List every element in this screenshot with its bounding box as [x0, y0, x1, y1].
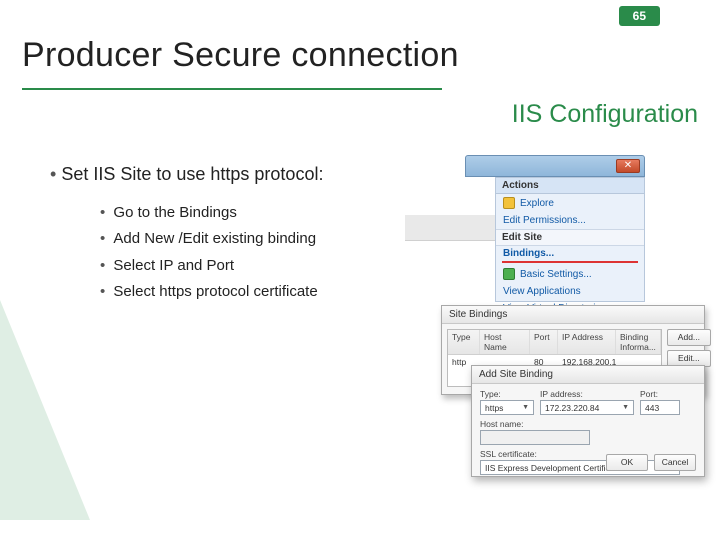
- add-site-binding-dialog: Add Site Binding Type: https ▼ IP addres…: [471, 365, 705, 477]
- screenshot-montage: ✕ Actions Explore Edit Permissions... Ed…: [465, 155, 710, 480]
- basic-settings-link[interactable]: Basic Settings...: [496, 265, 644, 283]
- explore-link[interactable]: Explore: [496, 194, 644, 212]
- port-value: 443: [645, 403, 659, 413]
- edit-permissions-link[interactable]: Edit Permissions...: [496, 212, 644, 229]
- slide-title: Producer Secure connection: [22, 36, 459, 75]
- view-apps-label: View Applications: [503, 286, 581, 297]
- close-icon[interactable]: ✕: [616, 159, 640, 173]
- bindings-header-row: Type Host Name Port IP Address Binding I…: [448, 330, 661, 355]
- actions-header: Actions: [496, 178, 644, 194]
- iis-actions-pane: Actions Explore Edit Permissions... Edit…: [495, 177, 645, 302]
- window-chrome-top: ✕: [465, 155, 645, 177]
- title-underline: [22, 88, 442, 90]
- page-number: 65: [619, 6, 660, 26]
- port-label: Port:: [640, 389, 680, 399]
- view-apps-link[interactable]: View Applications: [496, 283, 644, 300]
- ip-label: IP address:: [540, 389, 634, 399]
- col-type: Type: [448, 330, 480, 354]
- highlight-underline: [502, 261, 638, 263]
- main-bullet: Set IIS Site to use https protocol:: [50, 164, 323, 185]
- port-input[interactable]: 443: [640, 400, 680, 415]
- type-select[interactable]: https ▼: [480, 400, 534, 415]
- edit-site-header: Edit Site: [496, 229, 644, 246]
- decorative-triangle: [0, 300, 90, 520]
- folder-icon: [503, 197, 515, 209]
- sub-bullet: Select https protocol certificate: [100, 279, 318, 305]
- sub-bullet-list: Go to the Bindings Add New /Edit existin…: [100, 200, 318, 305]
- ip-value: 172.23.220.84: [545, 403, 599, 413]
- sub-bullet: Select IP and Port: [100, 253, 318, 279]
- host-label: Host name:: [480, 419, 696, 429]
- settings-icon: [503, 268, 515, 280]
- chevron-down-icon: ▼: [522, 404, 529, 411]
- ip-select[interactable]: 172.23.220.84 ▼: [540, 400, 634, 415]
- basic-settings-label: Basic Settings...: [520, 269, 592, 280]
- col-host: Host Name: [480, 330, 530, 354]
- chevron-down-icon: ▼: [622, 404, 629, 411]
- sub-bullet: Go to the Bindings: [100, 200, 318, 226]
- edit-perm-label: Edit Permissions...: [503, 215, 586, 226]
- ssl-value: IIS Express Development Certificate: [485, 463, 622, 473]
- cancel-button[interactable]: Cancel: [654, 454, 696, 471]
- add-binding-title: Add Site Binding: [472, 366, 704, 384]
- type-value: https: [485, 403, 503, 413]
- content-pane-fragment: [405, 215, 495, 241]
- ok-button[interactable]: OK: [606, 454, 648, 471]
- add-binding-button[interactable]: Add...: [667, 329, 711, 346]
- col-ip: IP Address: [558, 330, 616, 354]
- slide-subtitle: IIS Configuration: [512, 100, 698, 129]
- type-label: Type:: [480, 389, 534, 399]
- bindings-link[interactable]: Bindings...: [496, 246, 644, 261]
- host-input: [480, 430, 590, 445]
- col-info: Binding Informa...: [616, 330, 661, 354]
- site-bindings-title: Site Bindings: [442, 306, 704, 324]
- col-port: Port: [530, 330, 558, 354]
- explore-label: Explore: [520, 198, 554, 209]
- sub-bullet: Add New /Edit existing binding: [100, 226, 318, 252]
